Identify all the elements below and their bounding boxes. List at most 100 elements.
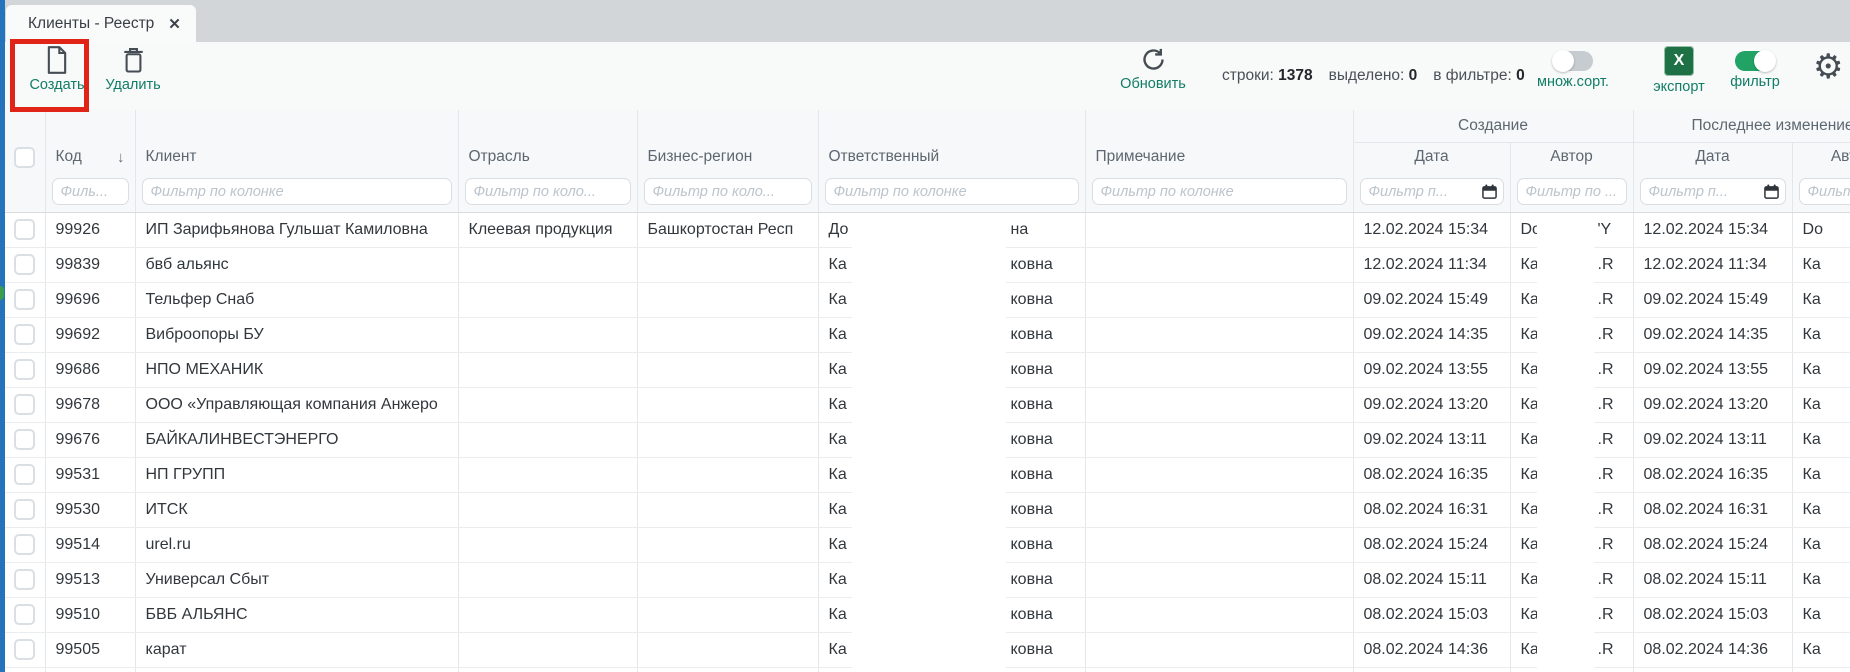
cell-industry <box>458 457 637 492</box>
cell-select <box>5 422 45 457</box>
cell-responsible-fragment-right: ковна <box>1011 501 1053 519</box>
cell-modified-date: 09.02.2024 13:55 <box>1633 352 1792 387</box>
cell-empty <box>458 667 637 672</box>
toggle-knob <box>1552 50 1574 72</box>
row-checkbox[interactable] <box>14 499 35 520</box>
cell-responsible-fragment-left: Ка <box>829 466 847 483</box>
cell-created-author-fragment-right: .R <box>1598 571 1614 589</box>
filter-region-input[interactable] <box>644 178 812 205</box>
cell-created-author-fragment-right: .R <box>1598 396 1614 414</box>
create-button[interactable]: Создать <box>19 46 95 93</box>
filter-responsible-input[interactable] <box>825 178 1079 205</box>
filter-industry-input[interactable] <box>465 178 631 205</box>
cell-select <box>5 247 45 282</box>
cell-created-author-fragment-right: .R <box>1598 466 1614 484</box>
row-checkbox[interactable] <box>14 289 35 310</box>
cell-created-date: 09.02.2024 13:11 <box>1353 422 1510 457</box>
cell-industry <box>458 282 637 317</box>
close-icon[interactable]: ✕ <box>168 15 181 33</box>
cell-code: 99505 <box>45 632 135 667</box>
cell-responsible-fragment-right: ковна <box>1011 256 1053 274</box>
cell-modified-author: Ка <box>1792 387 1850 422</box>
cell-note <box>1085 597 1353 632</box>
row-checkbox[interactable] <box>14 359 35 380</box>
filter-toggle[interactable] <box>1735 51 1775 71</box>
cell-industry <box>458 352 637 387</box>
cell-industry <box>458 247 637 282</box>
filter-note-input[interactable] <box>1092 178 1347 205</box>
cell-industry: Клеевая продукция <box>458 212 637 247</box>
cell-code: 99513 <box>45 562 135 597</box>
row-checkbox[interactable] <box>14 254 35 275</box>
cell-industry <box>458 422 637 457</box>
row-checkbox[interactable] <box>14 394 35 415</box>
column-header-responsible[interactable]: Ответственный <box>818 110 1085 172</box>
cell-created-author-fragment-right: .R <box>1598 326 1614 344</box>
multisort-toggle[interactable] <box>1553 51 1593 71</box>
row-checkbox[interactable] <box>14 569 35 590</box>
cell-responsible-fragment-left: Ка <box>829 571 847 588</box>
cell-created-date: 12.02.2024 11:34 <box>1353 247 1510 282</box>
cell-responsible-fragment-right: на <box>1011 221 1029 239</box>
cell-select <box>5 317 45 352</box>
cell-created-author-fragment-right: 'Y <box>1598 221 1612 239</box>
column-header-region[interactable]: Бизнес-регион <box>637 110 818 172</box>
column-header-note[interactable]: Примечание <box>1085 110 1353 172</box>
cell-created-date: 09.02.2024 15:49 <box>1353 282 1510 317</box>
cell-created-author-fragment-right: .R <box>1598 536 1614 554</box>
cell-responsible-fragment-left: Ка <box>829 291 847 308</box>
cell-select <box>5 387 45 422</box>
column-header-modified-author[interactable]: Автор <box>1792 142 1850 172</box>
column-header-created-date[interactable]: Дата <box>1353 142 1510 172</box>
row-checkbox[interactable] <box>14 534 35 555</box>
tab-clients-registry[interactable]: Клиенты - Реестр ✕ <box>6 5 196 42</box>
cell-modified-date: 09.02.2024 13:20 <box>1633 387 1792 422</box>
filter-created-author-input[interactable] <box>1517 178 1627 205</box>
cell-region <box>637 492 818 527</box>
calendar-icon[interactable] <box>1764 184 1779 199</box>
cell-modified-date: 08.02.2024 14:36 <box>1633 632 1792 667</box>
cell-client: ИТСК <box>135 492 458 527</box>
row-checkbox[interactable] <box>14 464 35 485</box>
redaction-box-author <box>1537 214 1594 672</box>
cell-code: 99692 <box>45 317 135 352</box>
filter-modified-author-input[interactable] <box>1799 178 1850 205</box>
column-header-client[interactable]: Клиент <box>135 110 458 172</box>
cell-note <box>1085 457 1353 492</box>
refresh-button[interactable]: Обновить <box>1111 46 1195 92</box>
cell-created-author-fragment-right: .R <box>1598 431 1614 449</box>
cell-modified-author: Ка <box>1792 457 1850 492</box>
column-header-created-author[interactable]: Автор <box>1510 142 1633 172</box>
cell-industry <box>458 597 637 632</box>
select-all-checkbox[interactable] <box>14 147 35 168</box>
cell-created-date: 08.02.2024 14:36 <box>1353 632 1510 667</box>
cell-code: 99696 <box>45 282 135 317</box>
cell-select <box>5 352 45 387</box>
column-header-code[interactable]: Код↓ <box>45 110 135 172</box>
cell-code: 99926 <box>45 212 135 247</box>
row-checkbox[interactable] <box>14 604 35 625</box>
cell-created-date: 08.02.2024 15:11 <box>1353 562 1510 597</box>
row-checkbox[interactable] <box>14 219 35 240</box>
calendar-icon[interactable] <box>1482 184 1497 199</box>
cell-modified-author: Ка <box>1792 352 1850 387</box>
column-header-modified-date[interactable]: Дата <box>1633 142 1792 172</box>
row-checkbox[interactable] <box>14 639 35 660</box>
cell-select <box>5 527 45 562</box>
gear-icon[interactable]: ⚙ <box>1813 50 1843 84</box>
row-checkbox[interactable] <box>14 324 35 345</box>
cell-responsible-fragment-left: Ка <box>829 641 847 658</box>
filter-client-input[interactable] <box>142 178 452 205</box>
filter-code-input[interactable] <box>52 178 129 205</box>
export-button[interactable]: X экспорт <box>1647 46 1711 95</box>
column-header-industry[interactable]: Отрасль <box>458 110 637 172</box>
row-checkbox[interactable] <box>14 429 35 450</box>
cell-created-author-fragment-right: .R <box>1598 501 1614 519</box>
cell-client: Универсал Сбыт <box>135 562 458 597</box>
cell-empty <box>1792 667 1850 672</box>
stat-selected: выделено: 0 <box>1329 67 1418 85</box>
cell-created-date: 12.02.2024 15:34 <box>1353 212 1510 247</box>
cell-created-author-fragment-right: .R <box>1598 606 1614 624</box>
cell-modified-author: Ка <box>1792 527 1850 562</box>
delete-button[interactable]: Удалить <box>97 46 169 93</box>
